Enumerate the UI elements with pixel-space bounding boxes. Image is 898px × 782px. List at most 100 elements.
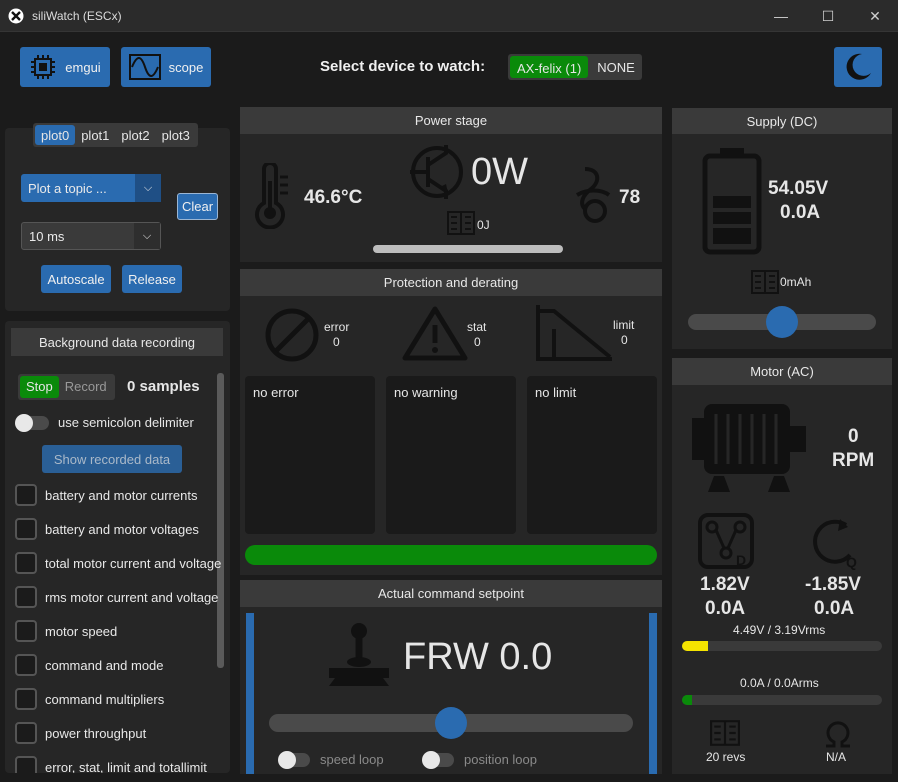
- tab-plot2[interactable]: plot2: [115, 125, 155, 145]
- protection-panel: Protection and derating error 0 stat 0 l…: [240, 269, 662, 575]
- record-mode-selector: Stop Record: [18, 374, 115, 400]
- power-stage-panel: Power stage 46.6°C 0W 78 0J: [240, 107, 662, 262]
- recording-item-label: error, stat, limit and totallimit: [45, 759, 207, 774]
- limit-label: limit: [613, 318, 635, 332]
- clear-button[interactable]: Clear: [177, 193, 218, 220]
- power-progress-bar: [373, 245, 563, 253]
- stop-option[interactable]: Stop: [20, 376, 59, 398]
- error-label: error: [324, 320, 350, 334]
- recording-item[interactable]: power throughput: [15, 720, 146, 746]
- motor-speed-unit: RPM: [832, 450, 875, 471]
- recording-checkbox[interactable]: [15, 586, 37, 608]
- interval-combo-value: 10 ms: [29, 229, 65, 244]
- recording-item[interactable]: total motor current and voltage: [15, 550, 221, 576]
- revs-value: 20 revs: [706, 750, 746, 764]
- position-loop-toggle[interactable]: [422, 751, 454, 769]
- warning-text: no warning: [394, 385, 458, 400]
- tab-plot0[interactable]: plot0: [35, 125, 76, 145]
- recording-item[interactable]: command multipliers: [15, 686, 164, 712]
- command-slider-knob[interactable]: [435, 707, 467, 739]
- recording-item-label: battery and motor currents: [45, 487, 198, 503]
- stat-count: 0: [474, 335, 481, 349]
- semicolon-toggle[interactable]: [15, 414, 49, 432]
- recording-item[interactable]: error, stat, limit and totallimit: [15, 754, 207, 773]
- supply-panel: Supply (DC) 54.05V 0.0A 0mAh: [672, 108, 892, 349]
- app-logo-icon: [8, 8, 24, 24]
- recording-item[interactable]: rms motor current and voltage: [15, 584, 218, 610]
- protection-status-bar: [245, 545, 657, 565]
- show-recorded-button[interactable]: Show recorded data: [42, 445, 182, 473]
- semicolon-label: use semicolon delimiter: [58, 415, 194, 430]
- speed-loop-toggle[interactable]: [278, 751, 310, 769]
- derating-limit-icon: [536, 305, 612, 361]
- recording-checkbox[interactable]: [15, 722, 37, 744]
- theme-toggle-button[interactable]: [834, 47, 882, 87]
- battery-icon: [702, 148, 762, 255]
- scope-button[interactable]: scope: [121, 47, 211, 87]
- command-header: Actual command setpoint: [240, 580, 662, 607]
- release-button[interactable]: Release: [122, 265, 182, 293]
- recording-item[interactable]: battery and motor currents: [15, 482, 197, 508]
- d-voltage: 1.82V: [700, 574, 750, 595]
- device-selector[interactable]: AX-felix (1) NONE: [508, 54, 642, 80]
- recording-panel: Background data recording Stop Record 0 …: [5, 321, 230, 773]
- d-axis-icon: D: [698, 513, 754, 569]
- recording-item-label: power throughput: [45, 725, 147, 741]
- counter-icon: [447, 211, 475, 235]
- close-button[interactable]: ✕: [852, 0, 898, 32]
- tab-plot1[interactable]: plot1: [75, 125, 115, 145]
- supply-slider-knob[interactable]: [766, 306, 798, 338]
- q-voltage: -1.85V: [805, 574, 861, 595]
- temperature-value: 46.6°C: [304, 187, 363, 208]
- command-panel: Actual command setpoint FRW 0.0 speed lo…: [240, 580, 662, 774]
- device-option-axfelix[interactable]: AX-felix (1): [510, 56, 589, 78]
- device-option-none[interactable]: NONE: [590, 54, 642, 80]
- recording-item[interactable]: motor speed: [15, 618, 117, 644]
- recording-item-label: rms motor current and voltage: [45, 589, 219, 605]
- motor-header: Motor (AC): [672, 358, 892, 385]
- command-value: FRW 0.0: [403, 636, 553, 678]
- record-option[interactable]: Record: [59, 376, 113, 398]
- thermometer-icon: [255, 163, 288, 229]
- recording-scrollbar[interactable]: [217, 373, 224, 668]
- recording-checkbox[interactable]: [15, 620, 37, 642]
- topic-combo[interactable]: Plot a topic ... ⌵: [21, 174, 161, 202]
- recording-item[interactable]: command and mode: [15, 652, 164, 678]
- plot-tabs: plot0 plot1 plot2 plot3: [33, 123, 198, 147]
- q-current: 0.0A: [814, 598, 855, 619]
- voltage-bar: [682, 641, 882, 651]
- recording-item-label: total motor current and voltage: [45, 555, 222, 571]
- sine-wave-icon: [128, 54, 161, 80]
- chip-icon: [31, 55, 56, 79]
- recording-checkbox[interactable]: [15, 552, 37, 574]
- warning-box: no warning: [386, 376, 516, 534]
- protection-header: Protection and derating: [240, 269, 662, 296]
- supply-charge: 0mAh: [780, 275, 812, 289]
- supply-header: Supply (DC): [672, 108, 892, 134]
- error-box: no error: [245, 376, 375, 534]
- power-value: 0W: [471, 151, 528, 193]
- stat-label: stat: [467, 320, 487, 334]
- recording-header: Background data recording: [11, 328, 223, 356]
- tab-plot3[interactable]: plot3: [156, 125, 196, 145]
- interval-combo[interactable]: 10 ms ⌵: [21, 222, 161, 250]
- recording-checkbox[interactable]: [15, 654, 37, 676]
- position-loop-label: position loop: [464, 752, 537, 767]
- chevron-down-icon: ⌵: [135, 174, 161, 202]
- chevron-down-icon: ⌵: [134, 223, 160, 249]
- recording-checkbox[interactable]: [15, 484, 37, 506]
- topic-combo-value: Plot a topic ...: [28, 181, 107, 196]
- autoscale-button[interactable]: Autoscale: [41, 265, 111, 293]
- limit-count: 0: [621, 333, 628, 347]
- recording-item[interactable]: battery and motor voltages: [15, 516, 199, 542]
- fan-icon: [575, 167, 611, 223]
- recording-checkbox[interactable]: [15, 756, 37, 773]
- emgui-button[interactable]: emgui: [20, 47, 110, 87]
- recording-checkbox[interactable]: [15, 688, 37, 710]
- window-title: siliWatch (ESCx): [32, 9, 122, 23]
- maximize-button[interactable]: ☐: [805, 0, 851, 32]
- recording-checkbox[interactable]: [15, 518, 37, 540]
- current-rms: 0.0A / 0.0Arms: [740, 676, 819, 690]
- emgui-label: emgui: [65, 59, 101, 75]
- minimize-button[interactable]: —: [758, 0, 804, 32]
